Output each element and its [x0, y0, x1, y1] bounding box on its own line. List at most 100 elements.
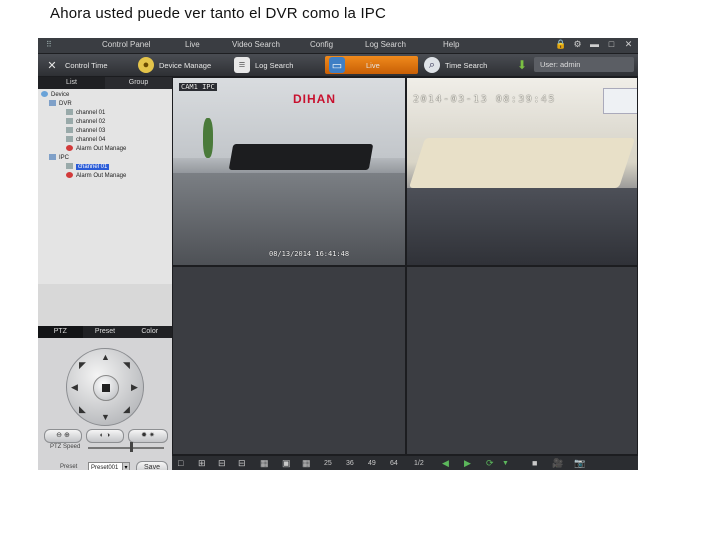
arrow-up-left-icon[interactable]: ◤ [79, 360, 86, 371]
layout-8-icon[interactable]: ⊟ [238, 458, 246, 469]
snapshot-icon[interactable]: 📷 [574, 458, 585, 469]
chairs-area [407, 188, 637, 265]
tree-item-ipc-ch01[interactable]: channel 01 [66, 163, 110, 172]
plant [203, 118, 213, 158]
window-controls: 🔒 ⚙ ▬ □ ✕ [555, 39, 634, 50]
camera-icon [66, 118, 73, 125]
alarm-icon [66, 145, 73, 152]
menu-config[interactable]: Config [310, 40, 333, 49]
cycle-icon[interactable]: ⟳ [486, 458, 494, 469]
ptz-direction-pad[interactable]: ▲ ▼ ◀ ▶ ◤ ◥ ◣ ◢ [66, 348, 144, 426]
page-indicator: 1/2 [414, 460, 424, 467]
ptz-stop-button[interactable] [93, 375, 119, 401]
device-icon: ● [138, 57, 154, 73]
ipc-icon [49, 154, 56, 161]
tab-group[interactable]: Group [105, 77, 172, 89]
layout-6-icon[interactable]: ⊟ [218, 458, 226, 469]
nvr-client-window: ⠿ Control Panel Live Video Search Config… [38, 38, 638, 470]
chevron-down-icon[interactable]: ▾ [122, 462, 130, 470]
video-tile-2[interactable]: 2014-03-13 08:39:45 [406, 77, 638, 266]
tree-item-dvr-alarm[interactable]: Alarm Out Manage [66, 145, 126, 154]
tab-ptz[interactable]: PTZ [38, 326, 83, 338]
ptz-control-area: ▲ ▼ ◀ ▶ ◤ ◥ ◣ ◢ ⊖ ⊕ ◐ ◑ ✹ ✷ PTZ Speed Pr… [38, 338, 172, 470]
stop-all-video-icon[interactable]: ■ [532, 458, 537, 469]
menu-help[interactable]: Help [443, 40, 459, 49]
arrow-up-right-icon[interactable]: ◥ [123, 360, 130, 371]
menu-log-search[interactable]: Log Search [365, 40, 406, 49]
arrow-right-icon[interactable]: ▶ [131, 382, 138, 393]
preset-save-button[interactable]: Save [136, 461, 168, 470]
control-time-label: Control Time [65, 60, 108, 70]
control-time-button[interactable]: ✕ Control Time [40, 56, 112, 74]
arrow-down-icon[interactable]: ▼ [101, 412, 110, 422]
layout-9-icon[interactable]: ▦ [260, 458, 269, 469]
layout-1-icon[interactable]: □ [178, 458, 183, 469]
device-manage-button[interactable]: ● Device Manage [134, 56, 215, 74]
tree-item-dvr-ch03[interactable]: channel 03 [66, 127, 105, 136]
camera-icon [66, 136, 73, 143]
layout-49-button[interactable]: 49 [368, 458, 376, 469]
log-search-label: Log Search [255, 60, 294, 70]
next-page-icon[interactable]: ▶ [464, 458, 471, 469]
ptz-speed-knob[interactable] [130, 442, 133, 452]
camera-icon [66, 127, 73, 134]
list-tabs: List Group [38, 77, 172, 89]
layout-64-button[interactable]: 64 [390, 458, 398, 469]
live-button[interactable]: ▭ Live [325, 56, 418, 74]
arrow-up-icon[interactable]: ▲ [101, 352, 110, 362]
maximize-icon[interactable]: □ [606, 39, 617, 50]
ptz-speed-slider[interactable] [88, 447, 164, 449]
zoom-buttons[interactable]: ⊖ ⊕ [44, 429, 82, 443]
minimize-icon[interactable]: ▬ [589, 39, 600, 50]
prev-page-icon[interactable]: ◀ [442, 458, 449, 469]
tree-item-dvr-ch01[interactable]: channel 01 [66, 109, 105, 118]
layout-4-icon[interactable]: ⊞ [198, 458, 206, 469]
layout-36-button[interactable]: 36 [346, 458, 354, 469]
layout-25-button[interactable]: 25 [324, 458, 332, 469]
globe-icon [41, 91, 48, 98]
tree-item-dvr-ch04[interactable]: channel 04 [66, 136, 105, 145]
tree-item-ipc-alarm[interactable]: Alarm Out Manage [66, 172, 126, 181]
cam1-osd-tag: CAM1 IPC [179, 83, 217, 91]
ptz-tabs: PTZ Preset Color [38, 326, 172, 338]
toolbar: ✕ Control Time ● Device Manage ≡ Log Sea… [38, 54, 638, 77]
brand-logo: DIHAN [293, 92, 336, 106]
video-tile-4[interactable] [406, 266, 638, 455]
user-field: User: admin [534, 57, 634, 72]
left-panel: List Group ✖ ↻ ⊙ Device DVR channel 01 c… [38, 77, 229, 470]
dvr-icon [49, 100, 56, 107]
ptz-speed-label: PTZ Speed [50, 444, 81, 450]
close-icon[interactable]: ✕ [623, 39, 634, 50]
cam2-timestamp: 2014-03-13 08:39:45 [413, 94, 556, 105]
layout-16-icon[interactable]: ▦ [302, 458, 311, 469]
time-search-button[interactable]: ⌕ Time Search [420, 56, 491, 74]
tree-item-dvr-ch02[interactable]: channel 02 [66, 118, 105, 127]
tab-color[interactable]: Color [127, 326, 172, 338]
settings-icon[interactable]: ⚙ [572, 39, 583, 50]
video-tile-3[interactable] [172, 266, 406, 455]
tree-item-device[interactable]: Device [41, 91, 69, 100]
cycle-dropdown-icon[interactable]: ▼ [502, 458, 509, 469]
menu-live[interactable]: Live [185, 40, 200, 49]
tab-preset[interactable]: Preset [83, 326, 128, 338]
arrow-down-left-icon[interactable]: ◣ [79, 404, 86, 415]
menu-video-search[interactable]: Video Search [232, 40, 280, 49]
magnifier-icon: ⌕ [424, 57, 440, 73]
tree-item-ipc[interactable]: IPC [49, 154, 69, 163]
arrow-left-icon[interactable]: ◀ [71, 382, 78, 393]
grip-icon: ⠿ [46, 40, 52, 49]
menu-control-panel[interactable]: Control Panel [102, 40, 150, 49]
focus-buttons[interactable]: ◐ ◑ [86, 429, 124, 443]
iris-buttons[interactable]: ✹ ✷ [128, 429, 168, 443]
time-search-label: Time Search [445, 60, 488, 70]
arrow-down-right-icon[interactable]: ◢ [123, 404, 130, 415]
monitor-icon: ▭ [329, 57, 345, 73]
tab-list[interactable]: List [38, 77, 105, 89]
record-icon[interactable]: 🎥 [552, 458, 563, 469]
video-tile-1[interactable]: DIHAN CAM1 IPC 08/13/2014 16:41:48 [172, 77, 406, 266]
lock-icon[interactable]: 🔒 [555, 39, 566, 50]
download-arrow-icon[interactable]: ⬇ [513, 56, 531, 74]
tree-item-dvr[interactable]: DVR [49, 100, 72, 109]
log-search-button[interactable]: ≡ Log Search [230, 56, 297, 74]
layout-13-icon[interactable]: ▣ [282, 458, 291, 469]
